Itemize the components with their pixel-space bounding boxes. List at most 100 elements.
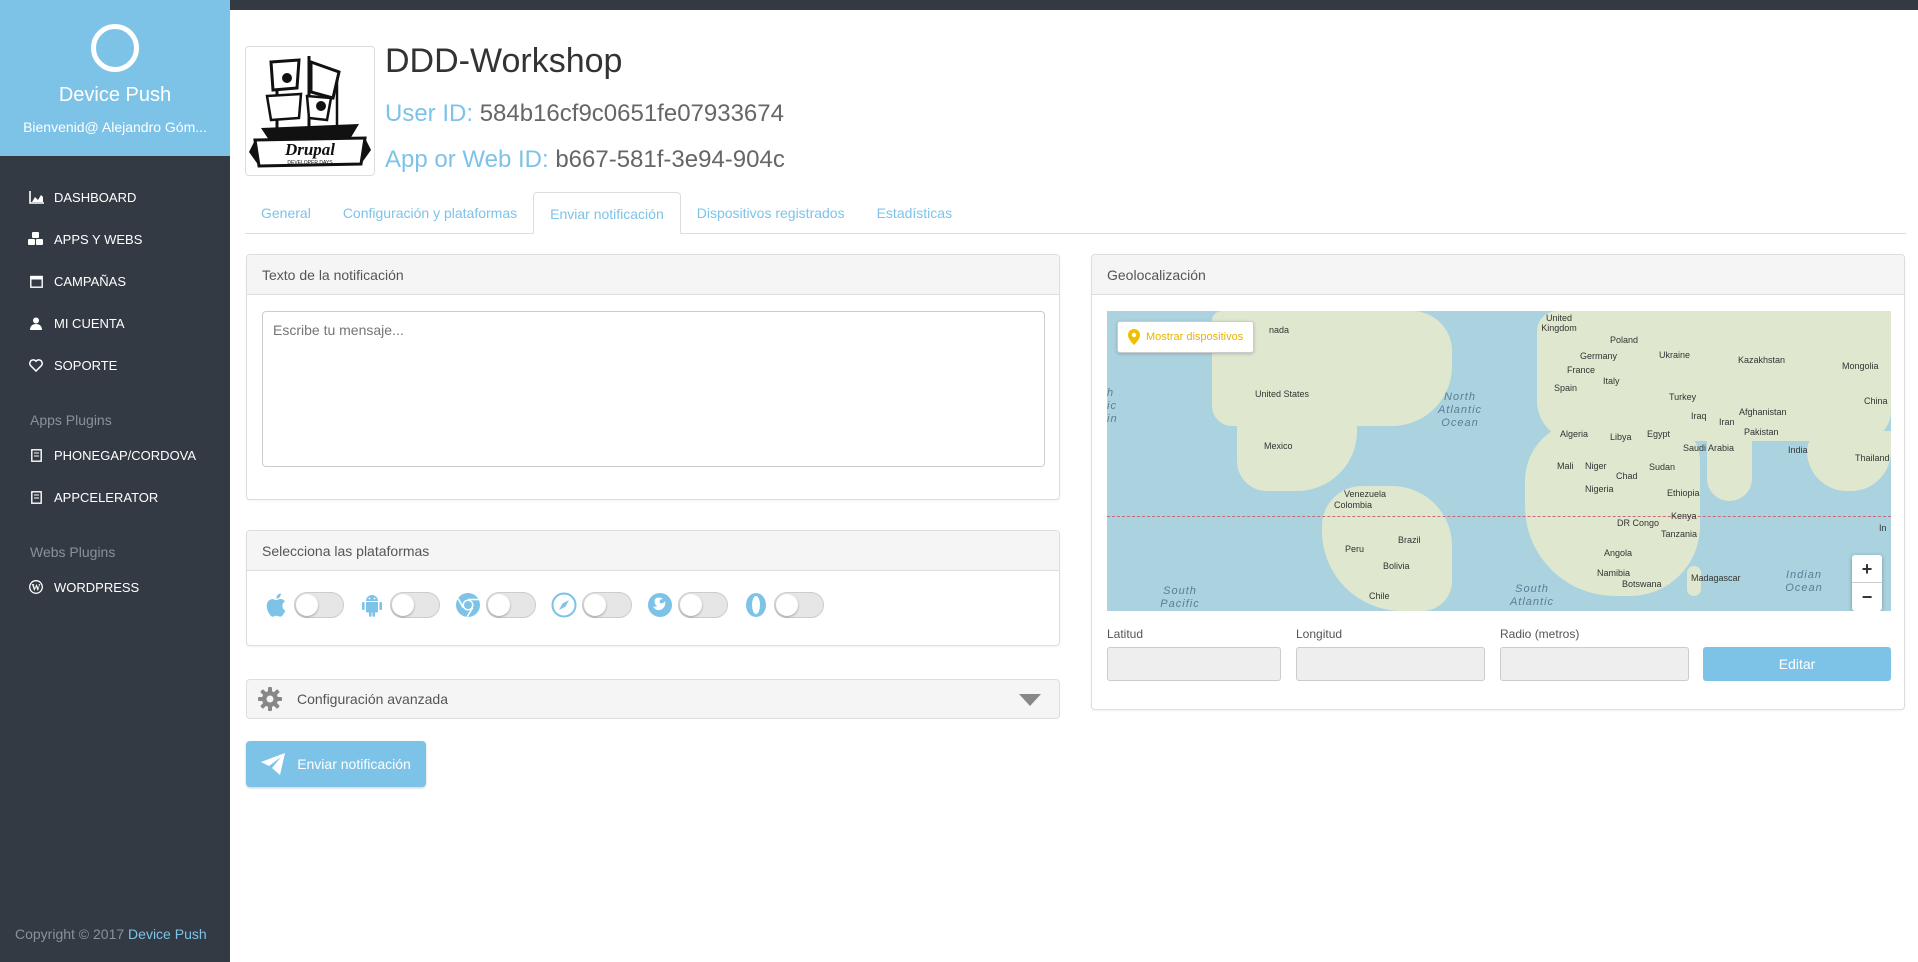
tab-general[interactable]: General xyxy=(245,192,327,234)
nav-item-wordpress[interactable]: W WORDPRESS xyxy=(0,566,230,608)
advanced-config-toggle[interactable]: Configuración avanzada xyxy=(246,679,1060,719)
show-devices-label: Mostrar dispositivos xyxy=(1146,331,1244,343)
map-label-angola: Angola xyxy=(1604,548,1633,558)
nav-item-phonegap[interactable]: PHONEGAP/CORDOVA xyxy=(0,434,230,476)
world-map[interactable]: nada United Kingdom Poland Ukraine Germa… xyxy=(1107,311,1891,611)
map-label-ethiopia: Ethiopia xyxy=(1667,488,1700,498)
nav-item-apps[interactable]: APPS Y WEBS xyxy=(0,218,230,260)
platform-safari xyxy=(550,591,632,619)
zoom-out-button[interactable]: − xyxy=(1852,583,1882,611)
map-label-mexico: Mexico xyxy=(1264,441,1293,451)
map-label-niger: Niger xyxy=(1585,461,1607,471)
nav-label: DASHBOARD xyxy=(54,189,137,205)
platforms-heading: Selecciona las plataformas xyxy=(247,531,1059,571)
firefox-toggle[interactable] xyxy=(678,592,728,618)
notification-heading: Texto de la notificación xyxy=(247,255,1059,295)
copyright-link[interactable]: Device Push xyxy=(128,926,207,942)
android-toggle[interactable] xyxy=(390,592,440,618)
map-label-chile: Chile xyxy=(1369,591,1390,601)
map-label-mali: Mali xyxy=(1557,461,1574,471)
drupal-ship-logo-icon: Drupal DEVELOPER DAYS xyxy=(247,48,373,174)
apps-plugins-title: Apps Plugins xyxy=(30,412,112,428)
map-label-germany: Germany xyxy=(1580,351,1618,361)
main-nav: DASHBOARD APPS Y WEBS CAMPAÑAS MI CUENTA… xyxy=(0,176,230,386)
heart-icon xyxy=(28,357,44,373)
apple-toggle[interactable] xyxy=(294,592,344,618)
tab-bar: General Configuración y plataformas Envi… xyxy=(245,192,1906,234)
map-pin-icon xyxy=(1128,329,1140,345)
map-label-bolivia: Bolivia xyxy=(1383,561,1410,571)
map-label-south-pacific: South Pacific xyxy=(1160,585,1200,610)
message-textarea[interactable] xyxy=(262,311,1045,467)
map-label-united-states: United States xyxy=(1255,389,1310,399)
map-label-madagascar: Madagascar xyxy=(1691,573,1741,583)
map-label-china: China xyxy=(1864,396,1888,406)
zoom-control: + − xyxy=(1852,555,1882,611)
tab-registered-devices[interactable]: Dispositivos registrados xyxy=(681,192,861,234)
brand-name[interactable]: Device Push xyxy=(0,84,230,107)
map-label-namibia: Namibia xyxy=(1597,568,1631,578)
platform-android xyxy=(358,591,440,619)
app-id-row: App or Web ID: b667-581f-3e94-904c xyxy=(385,146,785,174)
tab-send-notification[interactable]: Enviar notificación xyxy=(533,192,681,234)
map-label-iran: Iran xyxy=(1719,417,1735,427)
map-label-thailand: Thailand xyxy=(1855,453,1890,463)
map-label-algeria: Algeria xyxy=(1560,429,1589,439)
equator-line xyxy=(1107,516,1891,517)
brand-logo-icon[interactable] xyxy=(91,24,139,72)
geo-fields: Latitud Longitud Radio (metros) Editar xyxy=(1107,627,1891,687)
apple-icon xyxy=(262,591,290,619)
tab-statistics[interactable]: Estadísticas xyxy=(861,192,968,234)
opera-toggle[interactable] xyxy=(774,592,824,618)
safari-toggle[interactable] xyxy=(582,592,632,618)
nav-item-dashboard[interactable]: DASHBOARD xyxy=(0,176,230,218)
webs-plugins-nav: W WORDPRESS xyxy=(0,566,230,608)
cubes-icon xyxy=(28,231,44,247)
webs-plugins-title: Webs Plugins xyxy=(30,544,116,560)
geolocation-panel: Geolocalización nada United Kingdom Pola… xyxy=(1091,254,1905,710)
welcome-text[interactable]: Bienvenid@ Alejandro Góm... xyxy=(0,119,230,135)
book-icon xyxy=(28,489,44,505)
book-icon xyxy=(28,447,44,463)
send-notification-button[interactable]: Enviar notificación xyxy=(246,741,426,787)
map-label-north-atlantic: North Atlantic Ocean xyxy=(1437,391,1483,429)
map-label-saudi-arabia: Saudi Arabia xyxy=(1683,443,1735,453)
map-label-mongolia: Mongolia xyxy=(1842,361,1879,371)
longitude-input[interactable] xyxy=(1296,647,1485,681)
notification-panel: Texto de la notificación xyxy=(246,254,1060,500)
app-title: DDD-Workshop xyxy=(385,42,623,80)
paper-plane-icon xyxy=(261,753,286,775)
longitude-label: Longitud xyxy=(1296,627,1343,641)
nav-item-appcelerator[interactable]: APPCELERATOR xyxy=(0,476,230,518)
radius-label: Radio (metros) xyxy=(1500,627,1580,641)
map-label-poland: Poland xyxy=(1610,335,1639,345)
platform-opera xyxy=(742,591,824,619)
map-label-ukraine: Ukraine xyxy=(1659,350,1691,360)
platform-apple xyxy=(262,591,344,619)
advanced-config-label: Configuración avanzada xyxy=(297,691,448,707)
svg-text:Drupal: Drupal xyxy=(284,140,335,159)
copyright: Copyright © 2017 Device Push xyxy=(15,926,207,942)
tab-config-platforms[interactable]: Configuración y plataformas xyxy=(327,192,533,234)
map-label-south-atlantic: South Atlantic xyxy=(1509,583,1555,608)
zoom-in-button[interactable]: + xyxy=(1852,555,1882,583)
map-label-left-edge: h ic in xyxy=(1107,387,1118,425)
map-label-iraq: Iraq xyxy=(1691,411,1707,421)
map-label-sudan: Sudan xyxy=(1649,462,1676,472)
nav-label: SOPORTE xyxy=(54,357,118,373)
app-id-value: b667-581f-3e94-904c xyxy=(555,146,785,173)
nav-item-account[interactable]: MI CUENTA xyxy=(0,302,230,344)
map-label-pakistan: Pakistan xyxy=(1744,427,1779,437)
nav-item-support[interactable]: SOPORTE xyxy=(0,344,230,386)
nav-label: CAMPAÑAS xyxy=(54,273,126,289)
show-devices-button[interactable]: Mostrar dispositivos xyxy=(1117,321,1255,353)
user-id-value: 584b16cf9c0651fe07933674 xyxy=(479,100,784,127)
latitude-input[interactable] xyxy=(1107,647,1281,681)
chrome-toggle[interactable] xyxy=(486,592,536,618)
opera-icon xyxy=(742,591,770,619)
svg-text:W: W xyxy=(32,583,41,593)
nav-item-campaigns[interactable]: CAMPAÑAS xyxy=(0,260,230,302)
radius-input[interactable] xyxy=(1500,647,1689,681)
edit-button[interactable]: Editar xyxy=(1703,647,1891,681)
safari-icon xyxy=(550,591,578,619)
